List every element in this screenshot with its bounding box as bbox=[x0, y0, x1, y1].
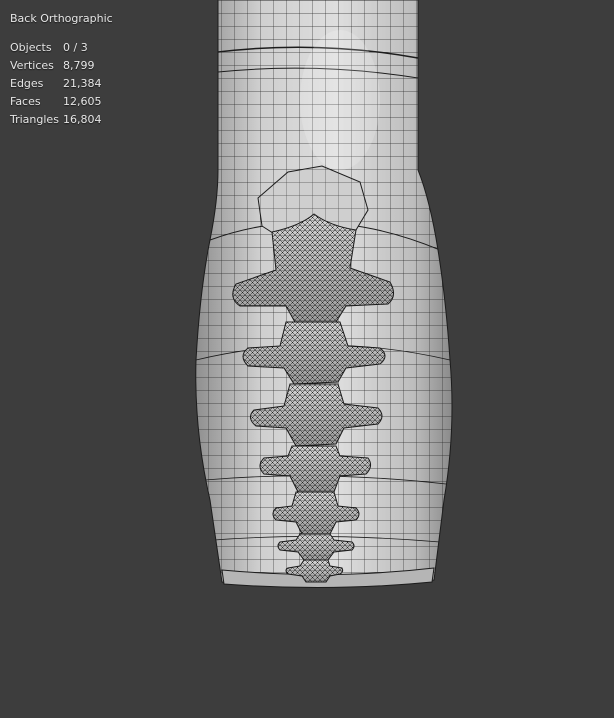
stat-row-triangles: Triangles 16,804 bbox=[10, 111, 113, 129]
stat-value: 21,384 bbox=[63, 77, 102, 90]
stat-row-edges: Edges 21,384 bbox=[10, 75, 113, 93]
viewport-overlay: Back Orthographic Objects 0 / 3 Vertices… bbox=[10, 10, 113, 129]
stat-row-vertices: Vertices 8,799 bbox=[10, 57, 113, 75]
stat-label: Triangles bbox=[10, 113, 59, 126]
stat-value: 16,804 bbox=[63, 113, 102, 126]
statistics-panel: Objects 0 / 3 Vertices 8,799 Edges 21,38… bbox=[10, 39, 113, 129]
stat-row-objects: Objects 0 / 3 bbox=[10, 39, 113, 57]
view-name-label: Back Orthographic bbox=[10, 12, 113, 25]
stat-value: 12,605 bbox=[63, 95, 102, 108]
stat-label: Vertices bbox=[10, 59, 54, 72]
stat-label: Edges bbox=[10, 77, 44, 90]
stat-label: Faces bbox=[10, 95, 41, 108]
stat-value: 0 / 3 bbox=[63, 41, 88, 54]
stat-label: Objects bbox=[10, 41, 52, 54]
stat-row-faces: Faces 12,605 bbox=[10, 93, 113, 111]
stat-value: 8,799 bbox=[63, 59, 95, 72]
